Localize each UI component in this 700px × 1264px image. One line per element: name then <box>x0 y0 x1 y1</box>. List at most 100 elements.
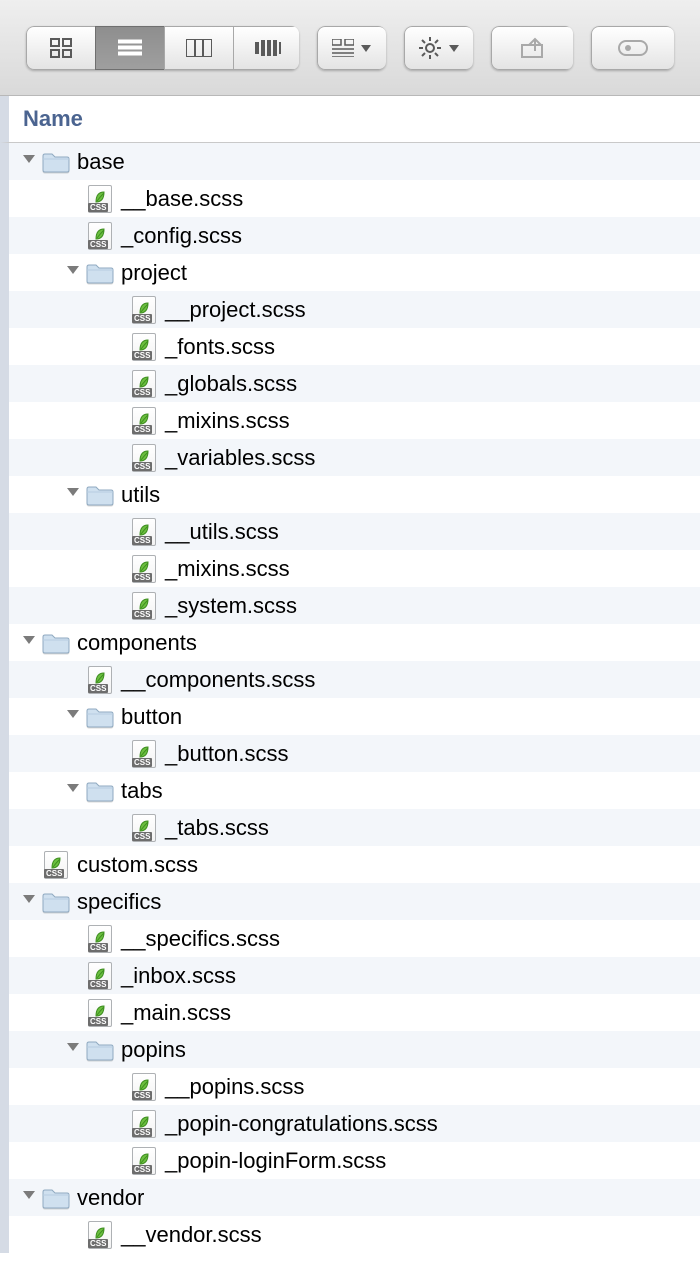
share-icon <box>520 37 546 59</box>
scss-file-icon: CSS <box>129 409 159 433</box>
folder-row[interactable]: utils <box>9 476 700 513</box>
view-switcher <box>26 26 299 70</box>
share-group <box>491 26 574 70</box>
file-label: _mixins.scss <box>165 556 290 582</box>
folder-label: button <box>121 704 182 730</box>
disclosure-triangle-icon[interactable] <box>19 1186 39 1209</box>
file-label: __project.scss <box>165 297 306 323</box>
folder-row[interactable]: components <box>9 624 700 661</box>
file-row[interactable]: CSS_variables.scss <box>9 439 700 476</box>
view-coverflow-button[interactable] <box>233 26 299 70</box>
folder-row[interactable]: button <box>9 698 700 735</box>
file-label: _popin-congratulations.scss <box>165 1111 438 1137</box>
folder-row[interactable]: project <box>9 254 700 291</box>
folder-row[interactable]: base <box>9 143 700 180</box>
file-row[interactable]: CSS__utils.scss <box>9 513 700 550</box>
folder-icon <box>41 150 71 174</box>
scss-file-icon: CSS <box>41 853 71 877</box>
file-row[interactable]: CSS_config.scss <box>9 217 700 254</box>
scss-file-icon: CSS <box>129 446 159 470</box>
folder-label: utils <box>121 482 160 508</box>
file-row[interactable]: CSS_popin-loginForm.scss <box>9 1142 700 1179</box>
file-row[interactable]: CSS_button.scss <box>9 735 700 772</box>
folder-row[interactable]: tabs <box>9 772 700 809</box>
file-row[interactable]: CSScustom.scss <box>9 846 700 883</box>
file-row[interactable]: CSS_mixins.scss <box>9 402 700 439</box>
scss-file-icon: CSS <box>85 1001 115 1025</box>
disclosure-triangle-icon[interactable] <box>19 890 39 913</box>
toolbar <box>0 0 700 96</box>
disclosure-triangle-icon[interactable] <box>19 150 39 173</box>
file-label: _system.scss <box>165 593 297 619</box>
scss-file-icon: CSS <box>129 298 159 322</box>
folder-label: vendor <box>77 1185 144 1211</box>
file-row[interactable]: CSS_popin-congratulations.scss <box>9 1105 700 1142</box>
file-row[interactable]: CSS_fonts.scss <box>9 328 700 365</box>
scss-file-icon: CSS <box>129 1075 159 1099</box>
list-icon <box>118 39 142 57</box>
view-icon-grid-button[interactable] <box>26 26 95 70</box>
arrange-button[interactable] <box>317 26 386 70</box>
view-columns-button[interactable] <box>164 26 233 70</box>
scss-file-icon: CSS <box>129 1149 159 1173</box>
file-tree: baseCSS__base.scssCSS_config.scssproject… <box>0 143 700 1253</box>
file-label: __base.scss <box>121 186 243 212</box>
file-row[interactable]: CSS_inbox.scss <box>9 957 700 994</box>
tag-pill-icon <box>617 39 649 57</box>
scss-file-icon: CSS <box>129 1112 159 1136</box>
file-row[interactable]: CSS__base.scss <box>9 180 700 217</box>
scss-file-icon: CSS <box>129 372 159 396</box>
file-row[interactable]: CSS__popins.scss <box>9 1068 700 1105</box>
file-row[interactable]: CSS__vendor.scss <box>9 1216 700 1253</box>
file-row[interactable]: CSS_main.scss <box>9 994 700 1031</box>
folder-icon <box>85 261 115 285</box>
file-label: _mixins.scss <box>165 408 290 434</box>
folder-row[interactable]: vendor <box>9 1179 700 1216</box>
disclosure-triangle-icon[interactable] <box>63 779 83 802</box>
file-row[interactable]: CSS_globals.scss <box>9 365 700 402</box>
scss-file-icon: CSS <box>85 668 115 692</box>
file-label: _button.scss <box>165 741 289 767</box>
columns-icon <box>186 39 212 57</box>
file-row[interactable]: CSS__components.scss <box>9 661 700 698</box>
scss-file-icon: CSS <box>85 187 115 211</box>
scss-file-icon: CSS <box>129 742 159 766</box>
column-header-name[interactable]: Name <box>0 96 700 143</box>
disclosure-triangle-icon[interactable] <box>63 483 83 506</box>
folder-icon <box>85 483 115 507</box>
folder-row[interactable]: specifics <box>9 883 700 920</box>
file-label: _tabs.scss <box>165 815 269 841</box>
file-label: __vendor.scss <box>121 1222 262 1248</box>
chevron-down-icon <box>360 43 372 53</box>
disclosure-triangle-icon[interactable] <box>63 1038 83 1061</box>
folder-icon <box>85 1038 115 1062</box>
disclosure-triangle-icon[interactable] <box>19 631 39 654</box>
coverflow-icon <box>254 39 282 57</box>
scss-file-icon: CSS <box>85 224 115 248</box>
folder-label: components <box>77 630 197 656</box>
grid-icon <box>50 38 72 58</box>
folder-label: base <box>77 149 125 175</box>
file-row[interactable]: CSS_tabs.scss <box>9 809 700 846</box>
folder-icon <box>85 779 115 803</box>
arrange-menu <box>317 26 386 70</box>
folder-icon <box>41 1186 71 1210</box>
gear-icon <box>418 36 442 60</box>
action-button[interactable] <box>404 26 473 70</box>
folder-icon <box>85 705 115 729</box>
arrange-icon <box>332 39 354 57</box>
disclosure-triangle-icon[interactable] <box>63 261 83 284</box>
scss-file-icon: CSS <box>85 927 115 951</box>
file-label: _main.scss <box>121 1000 231 1026</box>
folder-row[interactable]: popins <box>9 1031 700 1068</box>
tags-button[interactable] <box>591 26 674 70</box>
file-row[interactable]: CSS__specifics.scss <box>9 920 700 957</box>
disclosure-triangle-icon[interactable] <box>63 705 83 728</box>
file-row[interactable]: CSS_system.scss <box>9 587 700 624</box>
file-label: _config.scss <box>121 223 242 249</box>
view-list-button[interactable] <box>95 26 164 70</box>
file-row[interactable]: CSS__project.scss <box>9 291 700 328</box>
file-row[interactable]: CSS_mixins.scss <box>9 550 700 587</box>
share-button[interactable] <box>491 26 574 70</box>
file-label: __utils.scss <box>165 519 279 545</box>
